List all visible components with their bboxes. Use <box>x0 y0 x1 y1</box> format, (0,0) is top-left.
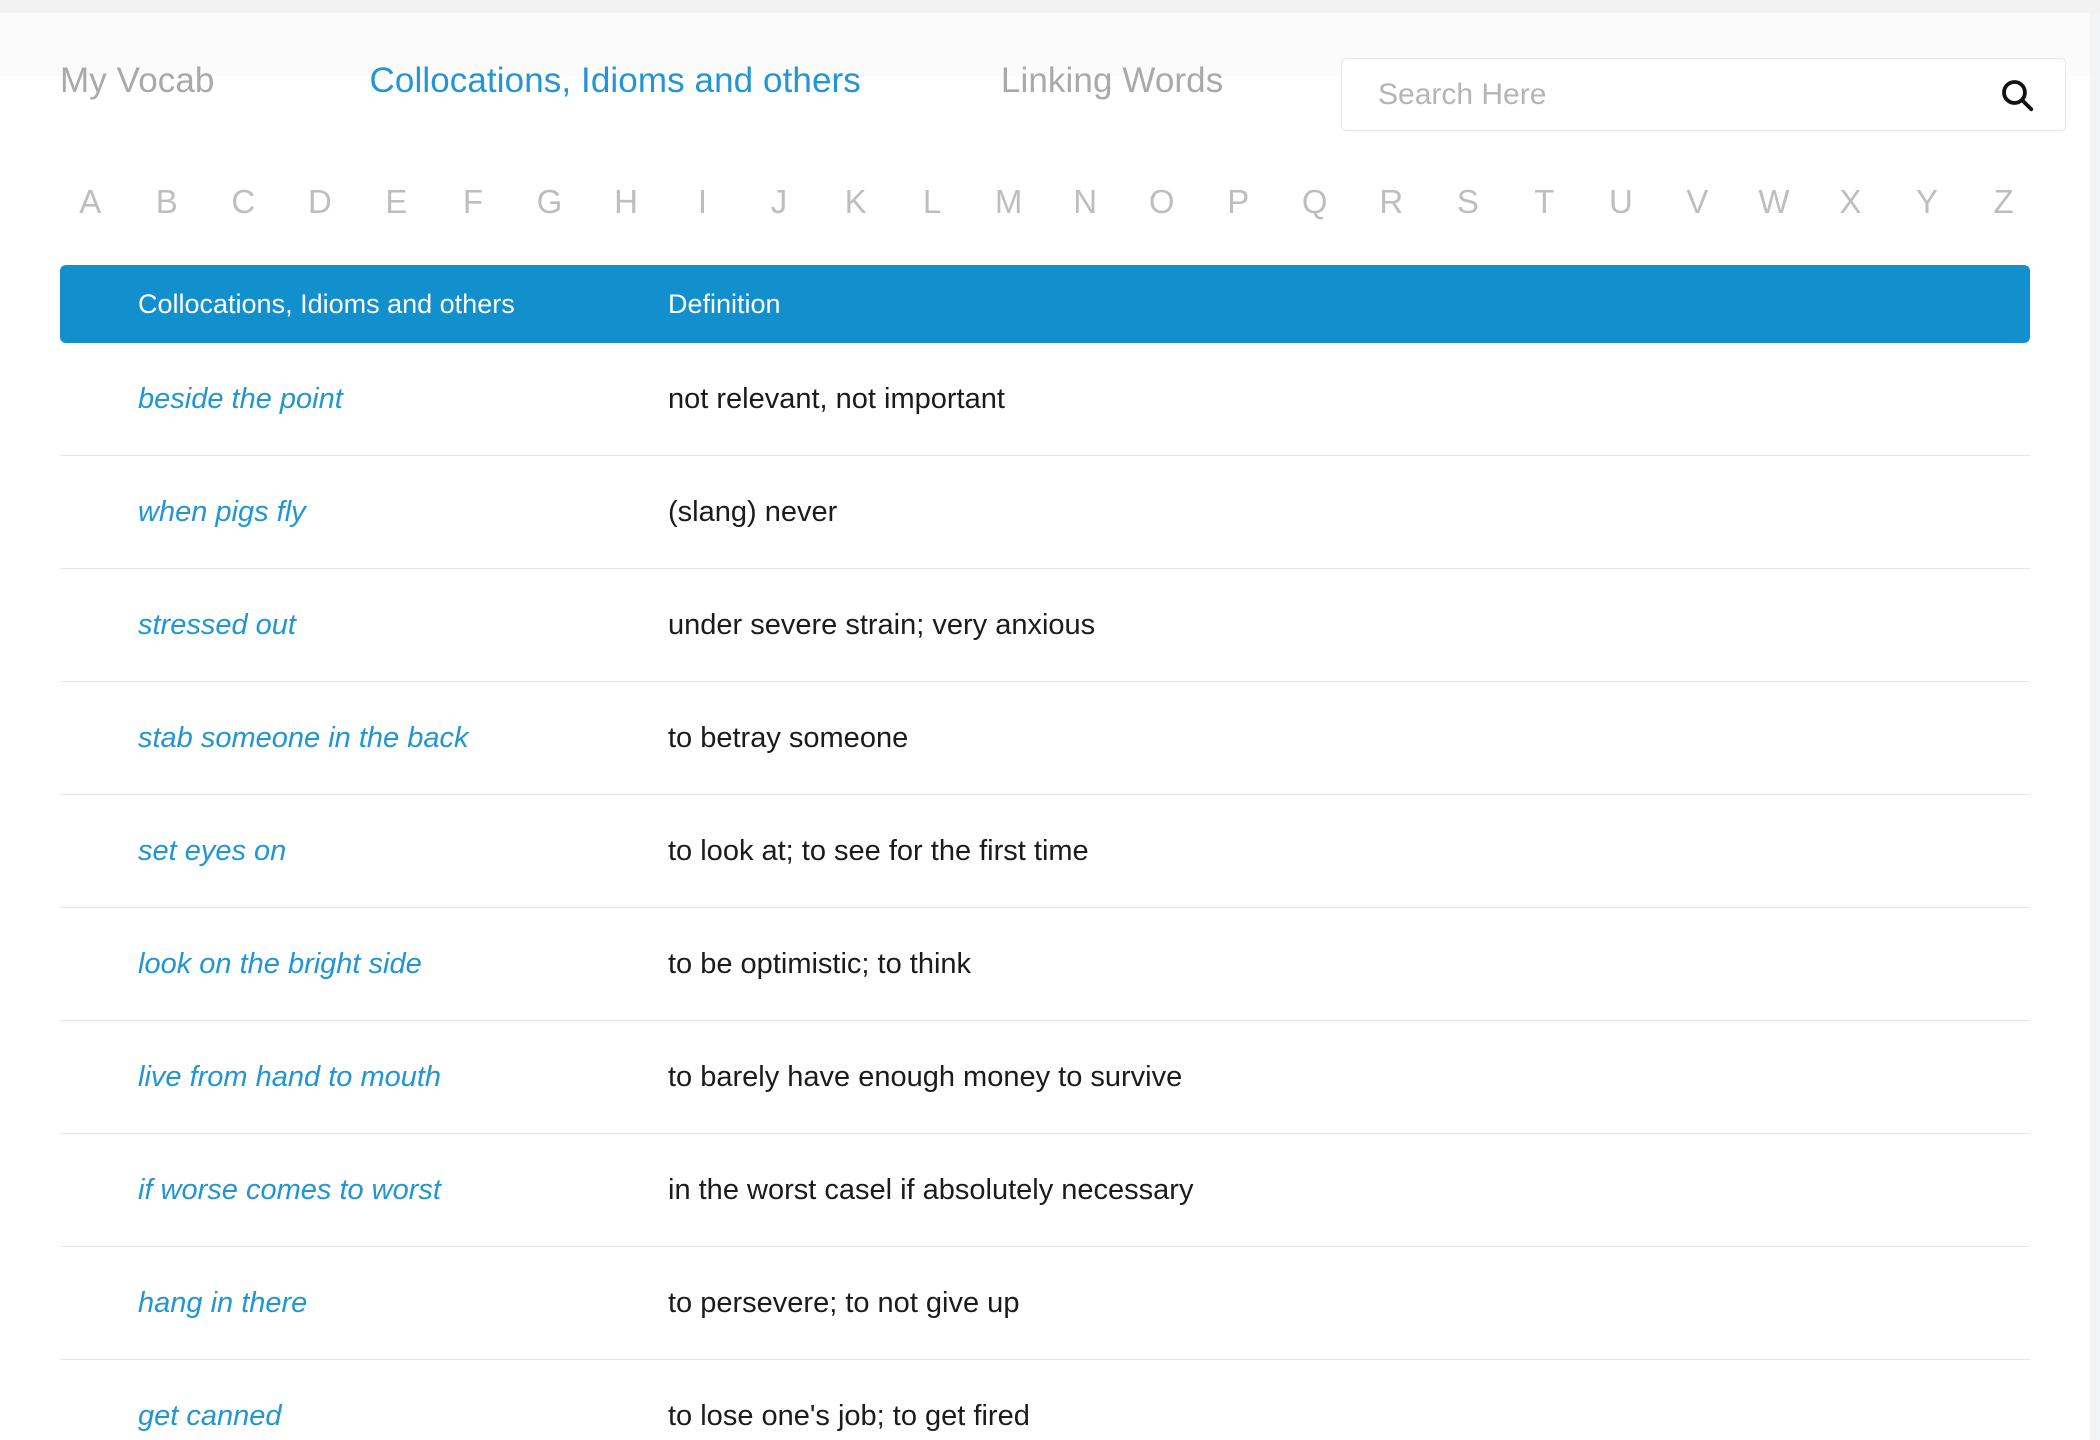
alphabet-letter-o[interactable]: O <box>1123 185 1200 218</box>
alphabet-letter-w[interactable]: W <box>1736 185 1813 218</box>
alphabet-letter-x[interactable]: X <box>1812 185 1889 218</box>
alphabet-letter-t[interactable]: T <box>1506 185 1583 218</box>
alphabet-letter-m[interactable]: M <box>970 185 1047 218</box>
alphabet-letter-c[interactable]: C <box>205 185 282 218</box>
table-row: stressed out under severe strain; very a… <box>60 569 2030 682</box>
alphabet-letter-s[interactable]: S <box>1430 185 1507 218</box>
alphabet-letter-e[interactable]: E <box>358 185 435 218</box>
definition-text: (slang) never <box>668 495 838 528</box>
term-link[interactable]: set eyes on <box>60 836 668 866</box>
alphabet-letter-v[interactable]: V <box>1659 185 1736 218</box>
alphabet-letter-n[interactable]: N <box>1047 185 1124 218</box>
table-row: beside the point not relevant, not impor… <box>60 343 2030 456</box>
tab-collocations[interactable]: Collocations, Idioms and others <box>370 63 861 98</box>
vocab-table: Collocations, Idioms and others Definiti… <box>60 265 2030 1440</box>
definition-text: to barely have enough money to survive <box>668 1060 1183 1093</box>
search-icon <box>1998 76 2036 114</box>
app-page: My Vocab Collocations, Idioms and others… <box>0 0 2100 1440</box>
definition-text: under severe strain; very anxious <box>668 608 1096 641</box>
table-row: set eyes on to look at; to see for the f… <box>60 795 2030 908</box>
alphabet-index: A B C D E F G H I J K L M N O P Q R S T … <box>52 171 2042 231</box>
term-link[interactable]: stab someone in the back <box>60 723 668 753</box>
search-box <box>1341 58 2066 131</box>
top-chrome-strip <box>0 0 2100 13</box>
alphabet-letter-y[interactable]: Y <box>1889 185 1966 218</box>
nav-tab-list: My Vocab Collocations, Idioms and others… <box>0 63 1223 98</box>
table-row: get canned to lose one's job; to get fir… <box>60 1360 2030 1440</box>
alphabet-letter-a[interactable]: A <box>52 185 129 218</box>
table-row: stab someone in the back to betray someo… <box>60 682 2030 795</box>
tab-my-vocab[interactable]: My Vocab <box>60 63 215 98</box>
alphabet-letter-j[interactable]: J <box>741 185 818 218</box>
column-header-definition: Definition <box>668 288 781 319</box>
definition-text: to lose one's job; to get fired <box>668 1400 1030 1432</box>
alphabet-letter-k[interactable]: K <box>817 185 894 218</box>
table-header-row: Collocations, Idioms and others Definiti… <box>60 265 2030 343</box>
alphabet-letter-b[interactable]: B <box>129 185 206 218</box>
alphabet-letter-g[interactable]: G <box>511 185 588 218</box>
column-header-term: Collocations, Idioms and others <box>138 288 515 319</box>
search-button[interactable] <box>1969 59 2065 130</box>
alphabet-letter-d[interactable]: D <box>282 185 359 218</box>
definition-text: to persevere; to not give up <box>668 1286 1020 1319</box>
definition-text: to betray someone <box>668 721 909 754</box>
alphabet-letter-f[interactable]: F <box>435 185 512 218</box>
alphabet-letter-h[interactable]: H <box>588 185 665 218</box>
term-link[interactable]: live from hand to mouth <box>60 1062 668 1092</box>
definition-text: not relevant, not important <box>668 382 1005 415</box>
table-row: if worse comes to worst in the worst cas… <box>60 1134 2030 1247</box>
alphabet-letter-q[interactable]: Q <box>1277 185 1354 218</box>
alphabet-letter-u[interactable]: U <box>1583 185 1660 218</box>
alphabet-letter-r[interactable]: R <box>1353 185 1430 218</box>
tab-linking-words[interactable]: Linking Words <box>1001 63 1223 98</box>
definition-text: to look at; to see for the first time <box>668 834 1089 867</box>
alphabet-letter-l[interactable]: L <box>894 185 971 218</box>
term-link[interactable]: if worse comes to worst <box>60 1175 668 1205</box>
table-row: live from hand to mouth to barely have e… <box>60 1021 2030 1134</box>
term-link[interactable]: look on the bright side <box>60 949 668 979</box>
term-link[interactable]: get canned <box>60 1402 668 1431</box>
definition-text: in the worst casel if absolutely necessa… <box>668 1173 1194 1206</box>
app-sheet: My Vocab Collocations, Idioms and others… <box>0 13 2090 1440</box>
term-link[interactable]: stressed out <box>60 610 668 640</box>
table-row: look on the bright side to be optimistic… <box>60 908 2030 1021</box>
term-link[interactable]: beside the point <box>60 384 668 414</box>
term-link[interactable]: hang in there <box>60 1288 668 1318</box>
table-row: when pigs fly (slang) never <box>60 456 2030 569</box>
alphabet-letter-z[interactable]: Z <box>1965 185 2042 218</box>
definition-text: to be optimistic; to think <box>668 947 972 980</box>
term-link[interactable]: when pigs fly <box>60 497 668 527</box>
search-input[interactable] <box>1342 77 1969 112</box>
alphabet-letter-i[interactable]: I <box>664 185 741 218</box>
table-row: hang in there to persevere; to not give … <box>60 1247 2030 1360</box>
alphabet-letter-p[interactable]: P <box>1200 185 1277 218</box>
